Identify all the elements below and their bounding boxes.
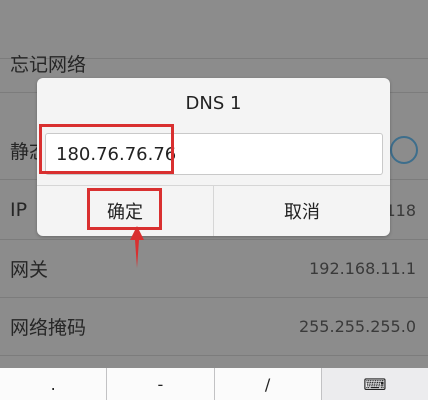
keyboard-hide-icon[interactable]: ⌨ (321, 368, 428, 400)
dns-input[interactable]: 180.76.76.76 (45, 133, 383, 175)
forget-network-label: 忘记网络 (10, 53, 87, 76)
settings-row-netmask[interactable]: 网络掩码 255.255.255.0 (0, 297, 428, 356)
gateway-value: 192.168.11.1 (309, 258, 416, 278)
ok-button[interactable]: 确定 (37, 186, 213, 236)
dialog-title: DNS 1 (185, 92, 242, 114)
settings-row-gateway[interactable]: 网关 192.168.11.1 (0, 239, 428, 298)
ip-value: 118 (385, 200, 416, 220)
netmask-label: 网络掩码 (10, 316, 87, 339)
dns-dialog: DNS 1 180.76.76.76 确定 取消 (37, 78, 390, 236)
key-slash[interactable]: / (214, 368, 322, 400)
cancel-button[interactable]: 取消 (214, 186, 390, 236)
gateway-label: 网关 (10, 258, 49, 281)
key-hyphen[interactable]: - (107, 368, 215, 400)
ip-label: IP (10, 199, 28, 221)
netmask-value: 255.255.255.0 (298, 316, 416, 336)
key-period[interactable]: . (0, 368, 108, 400)
static-ip-toggle[interactable] (390, 136, 418, 164)
keyboard-strip: . - / ⌨ (0, 368, 428, 400)
